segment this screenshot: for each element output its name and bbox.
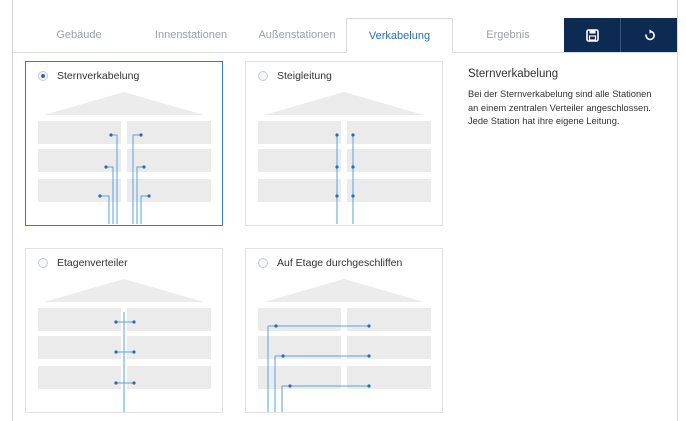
option-card-sternverkabelung[interactable]: Sternverkabelung (25, 61, 223, 226)
tab-aussenstationen[interactable]: Außenstationen (247, 18, 347, 52)
building-diagram (258, 92, 431, 224)
option-card-steigleitung[interactable]: Steigleitung (245, 61, 443, 226)
radio-sternverkabelung[interactable] (38, 71, 48, 81)
save-icon (585, 28, 599, 42)
building-diagram (38, 279, 211, 412)
option-label: Auf Etage durchgeschliffen (277, 257, 403, 269)
option-card-etagenverteiler[interactable]: Etagenverteiler (25, 248, 223, 413)
info-description: Bei der Sternverkabelung sind alle Stati… (468, 89, 652, 126)
tab-ergebnis[interactable]: Ergebnis (453, 18, 563, 52)
option-card-auf-etage-durchgeschliffen[interactable]: Auf Etage durchgeschliffen (245, 248, 443, 413)
radio-etagenverteiler[interactable] (38, 258, 48, 268)
tab-bar: Gebäude Innenstationen Außenstationen Ve… (13, 18, 677, 53)
option-label: Steigleitung (277, 70, 332, 82)
option-label: Sternverkabelung (57, 70, 140, 82)
undo-icon (644, 28, 655, 40)
tab-innenstationen[interactable]: Innenstationen (135, 18, 247, 52)
reset-button[interactable] (621, 18, 677, 52)
radio-auf-etage-durchgeschliffen[interactable] (258, 258, 268, 268)
info-title: Sternverkabelung (468, 68, 559, 80)
option-label: Etagenverteiler (57, 257, 128, 269)
tab-verkabelung[interactable]: Verkabelung (346, 18, 453, 53)
radio-steigleitung[interactable] (258, 71, 268, 81)
app-frame: Gebäude Innenstationen Außenstationen Ve… (12, 0, 678, 421)
building-diagram (38, 92, 211, 224)
tab-gebaeude[interactable]: Gebäude (23, 18, 135, 52)
building-diagram (258, 279, 431, 412)
save-button[interactable] (564, 18, 621, 52)
info-panel: Sternverkabelung Bei der Sternverkabelun… (468, 68, 658, 129)
